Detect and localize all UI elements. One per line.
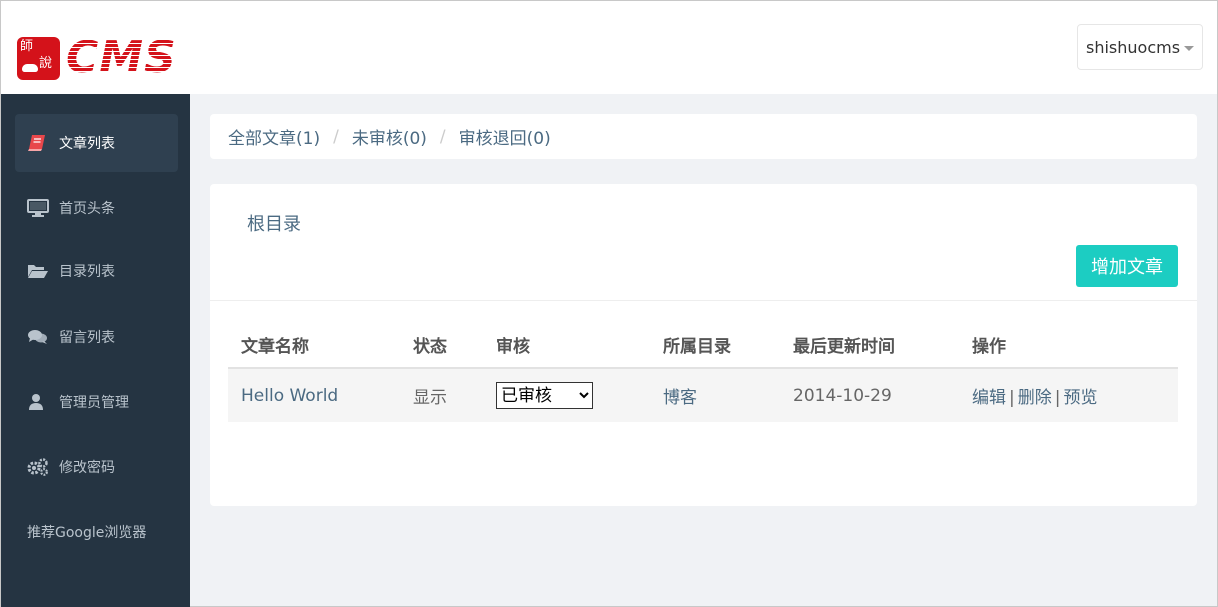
article-list-card: 根目录 增加文章 文章名称 状态 审核 所属目录 最后更新时间 操作 Hello… bbox=[210, 184, 1197, 506]
delete-link[interactable]: 删除 bbox=[1018, 388, 1052, 408]
user-icon bbox=[27, 393, 49, 411]
sidebar-item-label: 修改密码 bbox=[59, 460, 115, 476]
column-header-review: 审核 bbox=[483, 322, 650, 369]
column-header-name: 文章名称 bbox=[228, 322, 400, 369]
article-name-cell: Hello World bbox=[228, 368, 400, 422]
breadcrumb-separator: / bbox=[333, 126, 339, 147]
sidebar-item-admins[interactable]: 管理员管理 bbox=[15, 373, 178, 431]
logo-text: CMS bbox=[66, 32, 177, 83]
column-header-category: 所属目录 bbox=[650, 322, 780, 369]
sidebar-item-label: 留言列表 bbox=[59, 330, 115, 346]
sidebar-item-recommend-google[interactable]: 推荐Google浏览器 bbox=[15, 503, 178, 561]
user-name: shishuocms bbox=[1086, 37, 1181, 57]
cloud-icon bbox=[22, 63, 38, 72]
preview-link[interactable]: 预览 bbox=[1063, 388, 1097, 408]
logo-seal: 師 說 bbox=[17, 36, 60, 80]
book-icon bbox=[27, 134, 49, 152]
article-review-cell: 已审核 bbox=[483, 368, 650, 422]
monitor-icon bbox=[27, 199, 49, 217]
sidebar: 文章列表 首页头条 目录列表 留言列表 管理员管理 修改密码 推荐Google浏… bbox=[1, 94, 190, 607]
sidebar-item-messages[interactable]: 留言列表 bbox=[15, 308, 178, 366]
logo[interactable]: 師 說 CMS bbox=[17, 36, 189, 80]
comments-icon bbox=[27, 328, 49, 346]
breadcrumb-unreviewed[interactable]: 未审核(0) bbox=[352, 124, 427, 149]
article-updated: 2014-10-29 bbox=[780, 368, 959, 422]
sidebar-item-label: 文章列表 bbox=[59, 136, 115, 152]
sidebar-item-headlines[interactable]: 首页头条 bbox=[15, 179, 178, 237]
logo-seal-char-2: 說 bbox=[39, 55, 53, 71]
edit-link[interactable]: 编辑 bbox=[972, 388, 1006, 408]
table-row: Hello World 显示 已审核 博客 2014-10-29 编辑 | 删除 | 预… bbox=[228, 368, 1178, 422]
sidebar-item-label: 目录列表 bbox=[59, 264, 115, 280]
sidebar-item-change-password[interactable]: 修改密码 bbox=[15, 438, 178, 496]
user-menu-dropdown[interactable]: shishuocms bbox=[1077, 24, 1203, 70]
sidebar-item-articles[interactable]: 文章列表 bbox=[15, 114, 178, 172]
sidebar-item-label: 管理员管理 bbox=[59, 395, 129, 411]
gears-icon bbox=[27, 458, 49, 476]
sidebar-item-label: 推荐Google浏览器 bbox=[27, 525, 147, 541]
logo-seal-char-1: 師 bbox=[20, 38, 34, 54]
breadcrumb-all-articles[interactable]: 全部文章(1) bbox=[228, 124, 320, 149]
breadcrumb-separator: / bbox=[439, 126, 446, 147]
page-title: 根目录 bbox=[247, 214, 301, 235]
article-status: 显示 bbox=[400, 368, 483, 422]
top-header: 師 說 CMS shishuocms bbox=[1, 1, 1217, 94]
add-article-button[interactable]: 增加文章 bbox=[1076, 245, 1178, 287]
article-name-link[interactable]: Hello World bbox=[241, 386, 338, 406]
column-header-updated: 最后更新时间 bbox=[780, 322, 959, 369]
article-category-cell: 博客 bbox=[650, 368, 780, 422]
breadcrumb-review-returned[interactable]: 审核退回(0) bbox=[459, 124, 551, 149]
caret-down-icon bbox=[1184, 46, 1194, 51]
column-header-actions: 操作 bbox=[959, 322, 1178, 369]
table-header-row: 文章名称 状态 审核 所属目录 最后更新时间 操作 bbox=[228, 322, 1178, 369]
article-category-link[interactable]: 博客 bbox=[663, 388, 697, 408]
review-status-select[interactable]: 已审核 bbox=[496, 382, 593, 409]
sidebar-item-categories[interactable]: 目录列表 bbox=[15, 242, 178, 300]
article-actions-cell: 编辑 | 删除 | 预览 bbox=[959, 368, 1178, 422]
divider bbox=[210, 300, 1197, 301]
folder-open-icon bbox=[27, 262, 49, 280]
article-table: 文章名称 状态 审核 所属目录 最后更新时间 操作 Hello World 显示… bbox=[228, 322, 1178, 422]
sidebar-item-label: 首页头条 bbox=[59, 201, 115, 217]
breadcrumb: 全部文章(1) / 未审核(0) / 审核退回(0) bbox=[210, 114, 1197, 159]
column-header-status: 状态 bbox=[400, 322, 483, 369]
